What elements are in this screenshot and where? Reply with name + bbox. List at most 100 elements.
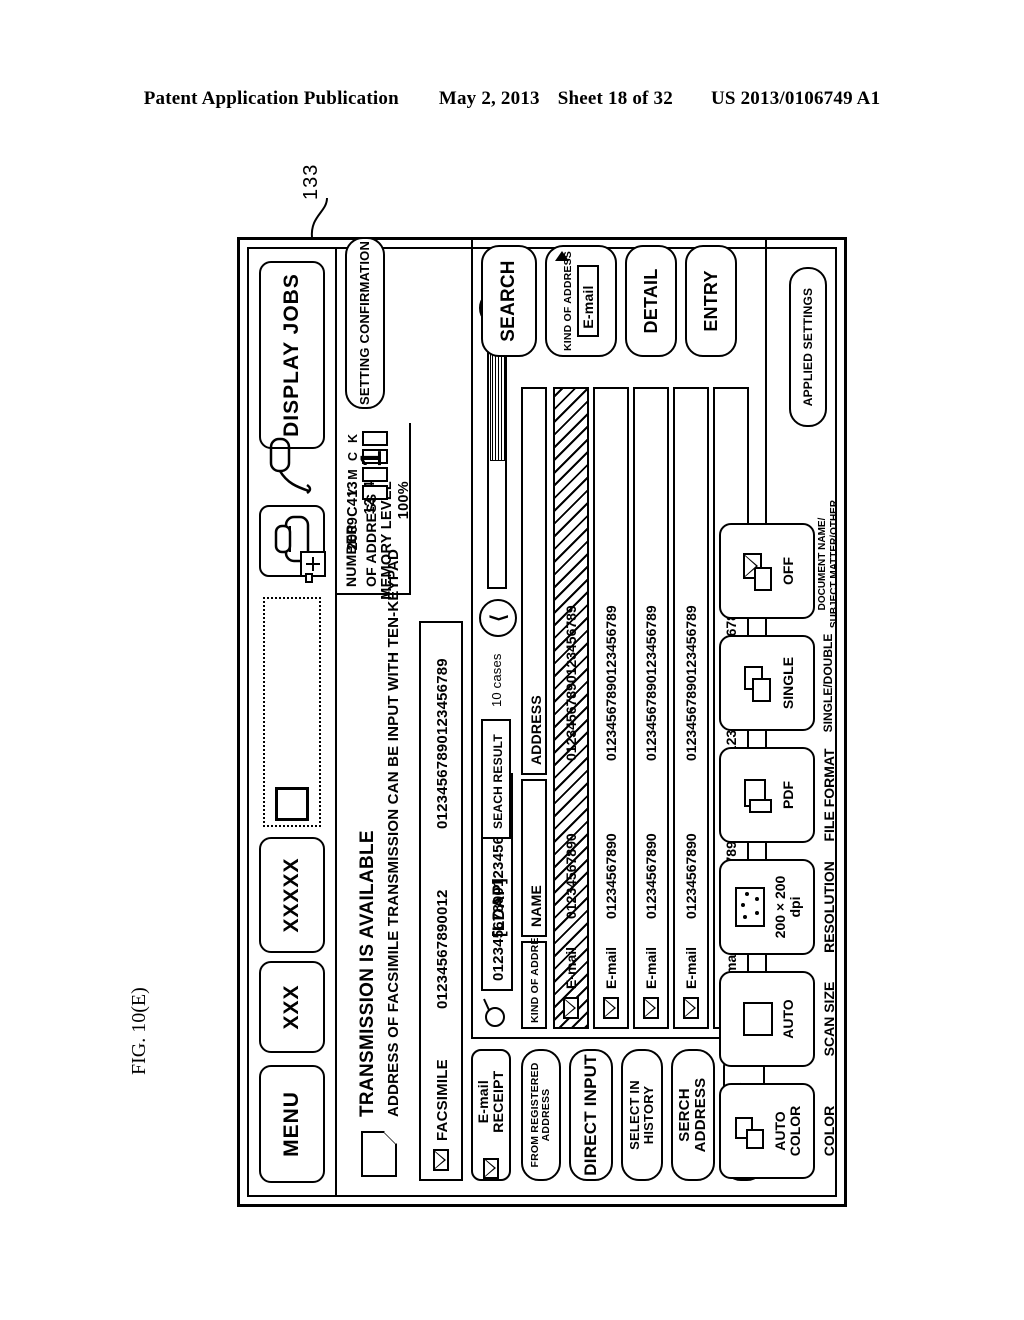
display-jobs-button[interactable]: DISPLAY JOBS (259, 261, 325, 449)
row-address: 01234567890123456789 (603, 605, 619, 761)
envelope-icon (683, 997, 699, 1019)
row-name: 01234567890 (603, 833, 619, 919)
row-name: 01234567890 (643, 833, 659, 919)
setting-caption-scan-size: SCAN SIZE (821, 981, 837, 1057)
publication-date: May 2, 2013 (438, 88, 540, 109)
row-type: E-mail (683, 946, 699, 989)
setting-button-scan-size[interactable]: AUTO (719, 971, 815, 1067)
kind-of-address-selector-label: KIND OF ADDRESS (561, 250, 574, 352)
mfp-operation-panel: MENU XXX XXXXX DISPLAY JOBS 2009C413 MEM… (237, 237, 847, 1207)
seach-result-box: SEACH RESULT (481, 719, 511, 839)
destination-type-label: FACSIMILE (434, 1059, 451, 1141)
envelope-icon (433, 1149, 449, 1171)
figure-label: FIG. 10(E) (128, 987, 150, 1075)
address-column-header: ADDRESS (521, 387, 547, 775)
address-column-label: ADDRESS (528, 695, 544, 765)
setting-button-file-format[interactable]: PDF (719, 747, 815, 843)
envelope-icon (483, 1158, 499, 1179)
triangle-right-icon (555, 251, 569, 261)
setting-value-scan-size: AUTO (779, 999, 796, 1039)
setting-value-single-double: SINGLE (779, 656, 796, 710)
table-row[interactable]: E-mail 01234567890 01234567890123456789 (673, 387, 709, 1029)
row-address: 01234567890123456789 (643, 605, 659, 761)
publication-header: Patent Application Publication May 2, 201… (0, 88, 1024, 110)
seach-result-label: SEACH RESULT (491, 734, 505, 829)
device-frame: MENU XXX XXXXX DISPLAY JOBS 2009C413 MEM… (237, 237, 847, 1207)
setting-confirmation-button[interactable]: SETTING CONFIRMATION (345, 237, 385, 409)
overlapping-pages-icon (739, 777, 777, 813)
setting-caption-file-format: FILE FORMAT (821, 748, 837, 842)
sidebar-item-email-receipt[interactable]: E-mail RECEIPT (471, 1049, 511, 1181)
publication-sheet: Sheet 18 of 32 (557, 88, 673, 109)
row-address: 01234567890123456789 (683, 605, 699, 761)
kind-of-address-column-label: KIND OF ADDRESS (529, 922, 541, 1023)
kind-of-address-selector[interactable]: KIND OF ADDRESS E-mail (545, 245, 617, 357)
setting-button-document-name[interactable]: OFF (719, 523, 815, 619)
reference-numeral-133: 133 (300, 163, 322, 200)
sidebar-item-select-in-history[interactable]: SELECT IN HISTORY (621, 1049, 663, 1181)
name-column-label: NAME (528, 884, 544, 927)
kind-of-address-column-header: KIND OF ADDRESS (521, 923, 547, 1029)
setting-value-resolution: 200 × 200 dpi (772, 875, 803, 939)
row-name: 01234567890 (563, 833, 579, 919)
search-icon (483, 998, 505, 1027)
dot-matrix-icon (731, 887, 769, 927)
destination-display-box: FACSIMILE 01234567890012 012345678901234… (419, 621, 463, 1181)
tab-placeholder-square (275, 787, 309, 821)
tab-xxx[interactable]: XXX (259, 961, 325, 1053)
status-message-title: TRANSMISSION IS AVAILABLE (357, 830, 378, 1117)
name-column-header: NAME (521, 779, 547, 937)
number-of-address-value: 1 (355, 450, 388, 467)
scrollbar-track[interactable] (487, 337, 507, 589)
panel-inner-border: MENU XXX XXXXX DISPLAY JOBS 2009C413 MEM… (247, 237, 840, 1197)
ldap-label: [LDAP] (489, 878, 508, 937)
add-address-book-icon[interactable] (297, 549, 329, 583)
search-button[interactable]: SEARCH (481, 245, 537, 357)
destination-number-a: 01234567890012 (434, 889, 451, 1009)
setting-caption-color: COLOR (821, 1105, 837, 1157)
document-page-icon (739, 1002, 777, 1036)
sidebar-item-serch-address[interactable]: SERCH ADDRESS (671, 1049, 715, 1181)
setting-value-file-format: PDF (779, 781, 796, 809)
document-page-icon (361, 1131, 397, 1177)
publication-title: Patent Application Publication (143, 88, 399, 109)
table-row[interactable]: E-mail 01234567890 01234567890123456789 (593, 387, 629, 1029)
row-name: 01234567890 (683, 833, 699, 919)
row-type: E-mail (603, 946, 619, 989)
number-of-address-label-1: NUMBER (343, 524, 359, 587)
table-row[interactable]: E-mail 01234567890 01234567890123456789 (633, 387, 669, 1029)
envelope-icon (603, 997, 619, 1019)
publication-number: US 2013/0106749 A1 (710, 88, 881, 109)
sidebar-item-direct-input[interactable]: DIRECT INPUT (569, 1049, 613, 1181)
envelope-icon (643, 997, 659, 1019)
number-of-address-label-2: OF ADDRESS (363, 493, 379, 587)
applied-settings-button[interactable]: APPLIED SETTINGS (789, 267, 827, 427)
sidebar-item-label-email-receipt: E-mail RECEIPT (475, 1070, 506, 1133)
row-address: 01234567890123456789 (563, 605, 579, 761)
status-message-subtitle: ADDRESS OF FACSIMILE TRANSMISSION CAN BE… (385, 549, 402, 1117)
setting-value-document-name: OFF (779, 557, 796, 585)
reference-leader-line (310, 197, 328, 239)
number-of-address-block: NUMBER OF ADDRESS 1 (337, 423, 411, 595)
tab-xxxxx[interactable]: XXXXX (259, 837, 325, 953)
row-type: E-mail (643, 946, 659, 989)
table-row[interactable]: E-mail 01234567890 01234567890123456789 (553, 387, 589, 1029)
case-count-label: 10 cases (489, 653, 504, 707)
sidebar-item-from-registered-address[interactable]: FROM REGISTERED ADDRESS (521, 1049, 561, 1181)
envelope-stack-icon (739, 551, 777, 591)
row-type: E-mail (563, 946, 579, 989)
menu-button[interactable]: MENU (259, 1065, 325, 1183)
scrollbar-thumb[interactable] (490, 339, 506, 461)
setting-caption-resolution: RESOLUTION (821, 861, 837, 953)
setting-button-resolution[interactable]: 200 × 200 dpi (719, 859, 815, 955)
two-squares-icon (731, 1113, 769, 1149)
setting-button-single-double[interactable]: SINGLE (719, 635, 815, 731)
chevron-left-icon[interactable]: ⟨ (479, 599, 517, 637)
destination-number-b: 01234567890123456789 (434, 658, 451, 829)
setting-caption-document-name: DOCUMENT NAME/SUBJECT MATTER/OTHER (817, 499, 840, 629)
top-toolbar: MENU XXX XXXXX DISPLAY JOBS (249, 249, 337, 1195)
setting-button-color[interactable]: AUTO COLOR (719, 1083, 815, 1179)
entry-button[interactable]: ENTRY (685, 245, 737, 357)
detail-button[interactable]: DETAIL (625, 245, 677, 357)
kind-of-address-selector-value: E-mail (576, 265, 600, 337)
